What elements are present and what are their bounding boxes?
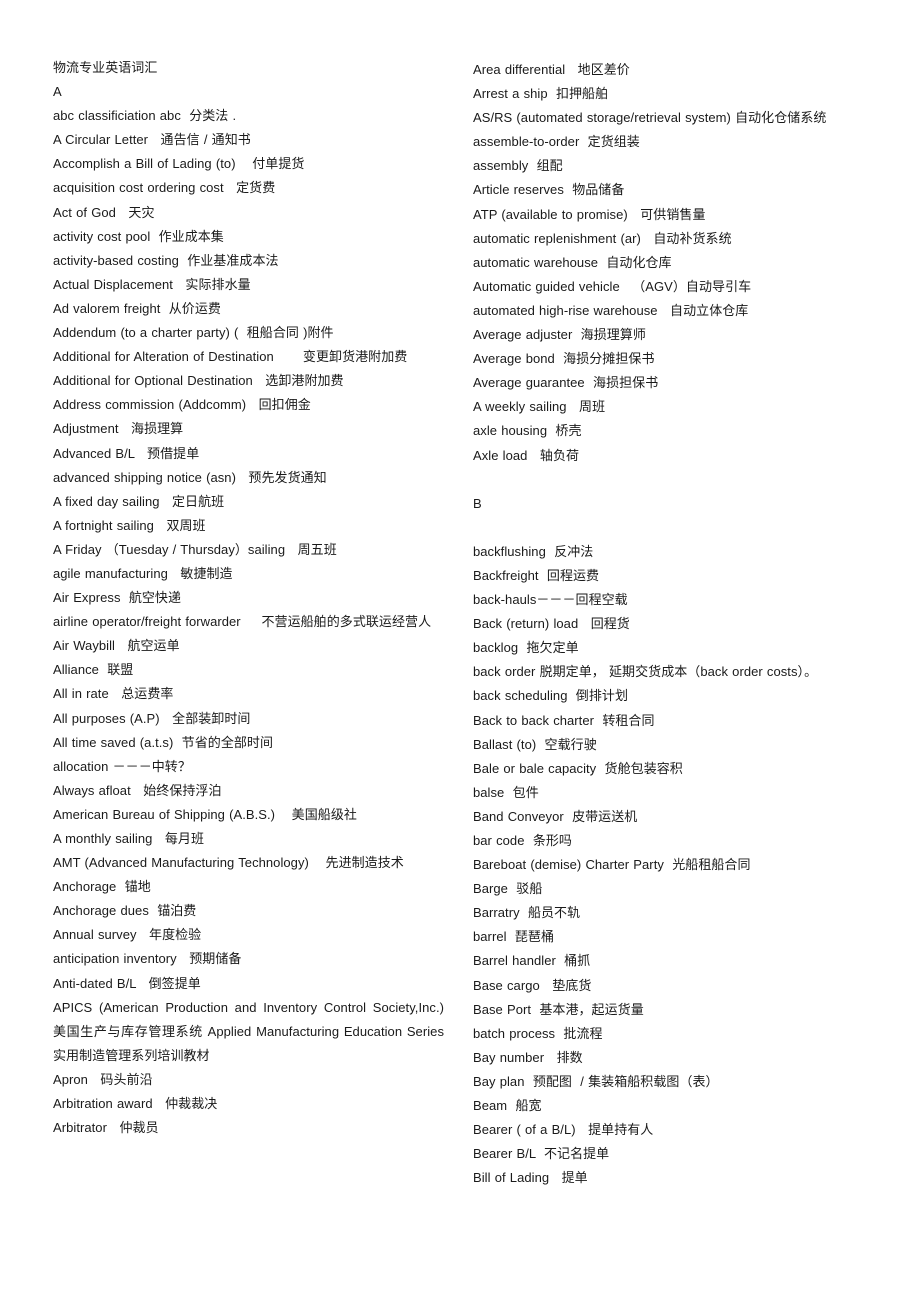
glossary-entry: Apron 码头前沿 (53, 1071, 153, 1087)
glossary-entry: Addendum (to a charter party) ( 租船合同 )附件 (53, 325, 334, 341)
two-column-layout: 物流专业英语词汇 Aabc classificiation abc 分类法 . A … (0, 0, 920, 1303)
glossary-entry: All in rate 总运费率 (53, 686, 174, 702)
glossary-entry: Band Conveyor 皮带运送机 (473, 808, 638, 824)
glossary-entry: batch process 批流程 (473, 1025, 603, 1041)
right-column: Area differential 地区差价 Arrest a ship 扣押船舶… (460, 0, 920, 1190)
glossary-entry: balse 包件 (473, 784, 539, 800)
glossary-entry: Ad valorem freight 从价运费 (53, 300, 221, 316)
glossary-entry: automatic replenishment (ar) 自动补货系统 (473, 230, 732, 246)
glossary-entry: A monthly sailing 每月班 (53, 831, 205, 846)
glossary-entry: Arbitrator 仲裁员 (53, 1120, 159, 1136)
glossary-entry: Area differential 地区差价 (473, 62, 630, 77)
left-column: 物流专业英语词汇 Aabc classificiation abc 分类法 . A … (0, 0, 460, 1140)
document-title: 物流专业英语词汇 (53, 60, 158, 75)
glossary-entry: Backfreight 回程运费 (473, 567, 600, 583)
glossary-entry: Barratry 船员不轨 (473, 905, 581, 921)
glossary-entry: Axle load 轴负荷 (473, 447, 580, 463)
glossary-entry: Average guarantee 海损担保书 (473, 375, 659, 391)
glossary-entry: AMT (Advanced Manufacturing Technology) … (53, 855, 404, 871)
glossary-entry: A Circular Letter 通告信 / 通知书 (53, 132, 251, 148)
glossary-entry: Arbitration award 仲裁裁决 (53, 1096, 218, 1112)
glossary-entry: AS/RS (automated storage/retrieval syste… (473, 110, 827, 126)
glossary-entry: Always afloat 始终保持浮泊 (53, 782, 222, 798)
glossary-entry: Bearer B/L 不记名提单 (473, 1146, 610, 1162)
glossary-entry: activity-based costing 作业基准成本法 (53, 252, 279, 268)
glossary-entry: Back (return) load 回程货 (473, 616, 630, 632)
glossary-entry: A weekly sailing 周班 (473, 399, 606, 415)
spacer-line (473, 468, 893, 492)
glossary-entry: Adjustment 海损理算 (53, 421, 184, 437)
glossary-entry: Alliance 联盟 (53, 662, 134, 678)
glossary-entry: Actual Displacement 实际排水量 (53, 276, 251, 292)
glossary-entry: ATP (available to promise) 可供销售量 (473, 206, 706, 222)
glossary-entry: advanced shipping notice (asn) 预先发货通知 (53, 469, 327, 485)
glossary-entry: American Bureau of Shipping (A.B.S.) 美国船… (53, 806, 357, 822)
glossary-entry: Back to back charter 转租合同 (473, 712, 655, 728)
glossary-entry: Additional for Optional Destination 选卸港附… (53, 373, 344, 389)
glossary-entry: Anchorage 锚地 (53, 879, 151, 895)
glossary-entry: Advanced B/L 预借提单 (53, 445, 200, 461)
glossary-entry: abc classificiation abc 分类法 . (53, 108, 237, 124)
glossary-entry: Barge 驳船 (473, 881, 543, 897)
section-heading-b: B (473, 495, 482, 511)
glossary-entry: Accomplish a Bill of Lading (to) 付单提货 (53, 156, 305, 172)
glossary-entry: assembly 组配 (473, 158, 563, 174)
glossary-entry: automated high-rise warehouse 自动立体仓库 (473, 302, 749, 318)
glossary-entry: Ballast (to) 空载行驶 (473, 736, 597, 752)
glossary-entry: Bay number 排数 (473, 1049, 583, 1065)
glossary-entry: Annual survey 年度检验 (53, 927, 202, 943)
glossary-entry: Bareboat (demise) Charter Party 光船租船合同 (473, 857, 751, 873)
glossary-entry: backlog 拖欠定单 (473, 640, 579, 656)
glossary-entry: Air Waybill 航空运单 (53, 638, 180, 654)
glossary-entry: Anchorage dues 锚泊费 (53, 903, 197, 919)
glossary-entry: acquisition cost ordering cost 定货费 (53, 180, 276, 196)
glossary-entry: All purposes (A.P) 全部装卸时间 (53, 710, 251, 726)
glossary-entry: Average bond 海损分摊担保书 (473, 351, 655, 367)
glossary-entry: Bill of Lading 提单 (473, 1170, 588, 1186)
glossary-entry: A Friday （Tuesday / Thursday）sailing 周五班 (53, 541, 337, 557)
glossary-entry: Bay plan 预配图 / 集装箱船积载图（表） (473, 1073, 719, 1089)
glossary-entry: assemble-to-order 定货组装 (473, 134, 640, 150)
glossary-entry: Average adjuster 海损理算师 (473, 327, 646, 343)
glossary-entry: allocation －－－中转？ (53, 758, 191, 774)
glossary-entry: Automatic guided vehicle （AGV）自动导引车 (473, 278, 752, 294)
glossary-entry: Base cargo 垫底货 (473, 977, 592, 993)
glossary-entry: automatic warehouse 自动化仓库 (473, 254, 672, 270)
glossary-entry: APICS (American Production and Inventory… (53, 999, 449, 1063)
glossary-entry: A fortnight sailing 双周班 (53, 517, 206, 533)
glossary-entry: Bale or bale capacity 货舱包装容积 (473, 760, 683, 776)
glossary-entry: Bearer ( of a B/L) 提单持有人 (473, 1122, 654, 1138)
glossary-entry: anticipation inventory 预期储备 (53, 951, 242, 967)
spacer-line (473, 516, 893, 540)
glossary-entry: Arrest a ship 扣押船舶 (473, 86, 609, 102)
glossary-entry: axle housing 桥壳 (473, 423, 582, 439)
glossary-entry: agile manufacturing 敏捷制造 (53, 565, 233, 581)
glossary-entry: Anti-dated B/L 倒签提单 (53, 975, 201, 991)
glossary-entry: Base Port 基本港，起运货量 (473, 1001, 644, 1017)
glossary-entry: A fixed day sailing 定日航班 (53, 493, 225, 509)
glossary-entry: back scheduling 倒排计划 (473, 688, 629, 704)
glossary-entry: activity cost pool 作业成本集 (53, 228, 224, 244)
glossary-entry: Air Express 航空快递 (53, 590, 182, 606)
glossary-entry: back order 脱期定单， 延期交货成本（back order costs… (473, 664, 818, 680)
glossary-entry: airline operator/freight forwarder 不营运船舶… (53, 614, 432, 630)
document-page: 物流专业英语词汇 Aabc classificiation abc 分类法 . A … (0, 0, 920, 1303)
glossary-entry: Act of God 天灾 (53, 204, 155, 220)
glossary-entry: backflushing 反冲法 (473, 543, 594, 559)
glossary-entry: Additional for Alteration of Destination… (53, 349, 408, 365)
glossary-entry: Beam 船宽 (473, 1098, 542, 1114)
glossary-entry: Address commission (Addcomm) 回扣佣金 (53, 397, 311, 413)
glossary-entry: bar code 条形吗 (473, 833, 572, 848)
glossary-entry: Barrel handler 桶抓 (473, 953, 591, 969)
glossary-entry: All time saved (a.t.s) 节省的全部时间 (53, 734, 274, 750)
section-heading-a: A (53, 84, 62, 100)
glossary-entry: back-hauls－－－回程空载 (473, 592, 628, 608)
glossary-entry: barrel 琵琶桶 (473, 929, 555, 945)
glossary-entry: Article reserves 物品储备 (473, 182, 625, 198)
